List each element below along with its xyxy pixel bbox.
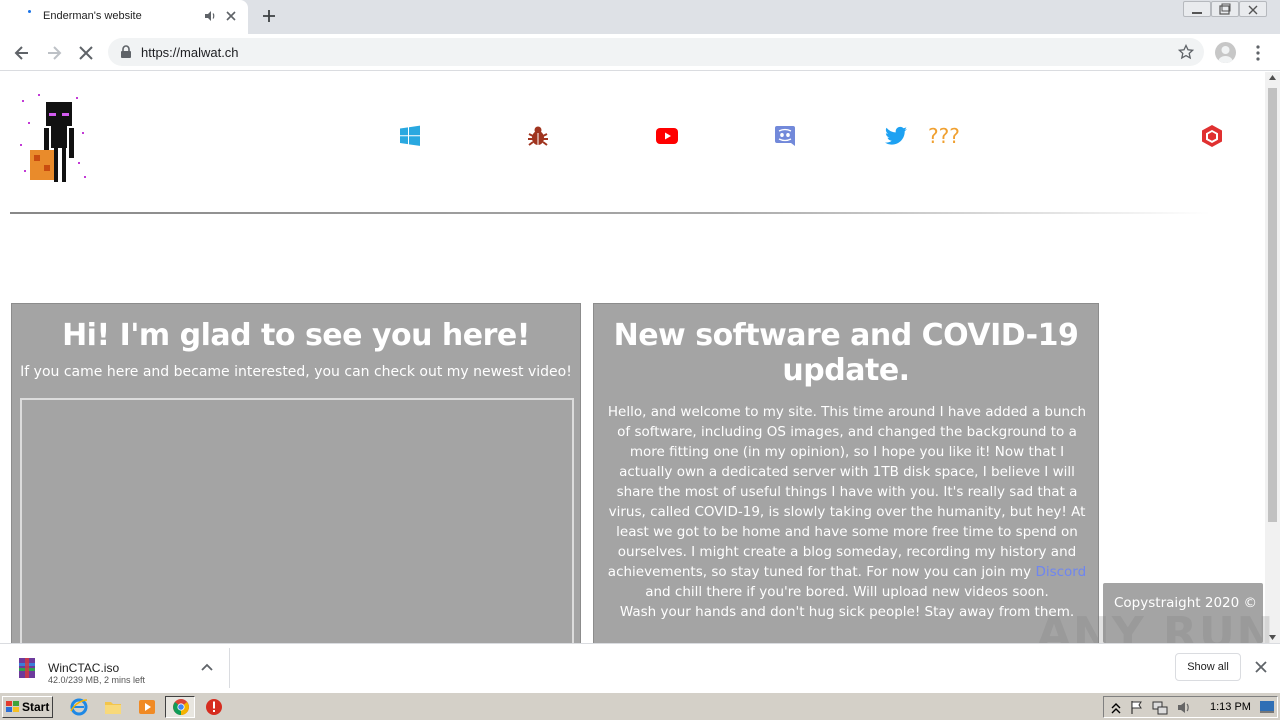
chrome-icon [173, 699, 189, 715]
windows-taskbar: Start 1:13 PM [0, 692, 1280, 720]
news-body-text-after: and chill there if you're bored. Will up… [645, 584, 1049, 600]
discord-icon[interactable] [773, 124, 797, 148]
internet-explorer-icon[interactable] [70, 698, 88, 716]
enderman-logo[interactable] [16, 92, 90, 184]
download-shelf: WinCTAC.iso 42.0/239 MB, 2 mins left Sho… [0, 643, 1280, 691]
profile-avatar-icon[interactable] [1215, 42, 1236, 63]
volume-icon[interactable] [1176, 700, 1192, 715]
url-text[interactable]: https://malwat.ch [141, 45, 239, 60]
folder-icon[interactable] [104, 698, 122, 716]
browser-toolbar: https://malwat.ch [0, 34, 1280, 71]
network-icon[interactable] [1152, 700, 1168, 715]
close-shelf-icon[interactable] [1255, 661, 1267, 673]
windows-flag-icon [6, 701, 19, 712]
stop-loading-icon[interactable] [76, 43, 96, 63]
address-bar[interactable]: https://malwat.ch [108, 38, 1204, 66]
tab-loading-icon [28, 10, 31, 13]
bug-icon[interactable] [526, 124, 550, 148]
start-button[interactable]: Start [2, 696, 53, 718]
page-content: ??? Hi! I'm glad to see you here! If you… [0, 72, 1265, 643]
twitter-icon[interactable] [884, 124, 908, 148]
download-file-name: WinCTAC.iso [48, 661, 120, 675]
news-card: New software and COVID-19 update. Hello,… [593, 303, 1099, 643]
welcome-heading: Hi! I'm glad to see you here! [62, 318, 530, 353]
scroll-thumb[interactable] [1268, 88, 1277, 522]
chevron-up-icon[interactable] [201, 663, 213, 671]
tab-strip: Enderman's website [0, 0, 1280, 34]
minimize-button[interactable] [1183, 1, 1211, 17]
speaker-icon[interactable] [203, 9, 217, 23]
forward-icon[interactable] [44, 43, 64, 63]
news-heading: New software and COVID-19 update. [613, 318, 1079, 388]
embedded-video[interactable] [20, 398, 574, 643]
browser-tab[interactable]: Enderman's website [0, 0, 248, 34]
back-icon[interactable] [12, 43, 32, 63]
lock-icon[interactable] [120, 45, 132, 59]
youtube-icon[interactable] [655, 124, 679, 148]
download-item[interactable]: WinCTAC.iso 42.0/239 MB, 2 mins left [6, 648, 230, 688]
new-tab-icon[interactable] [261, 8, 277, 24]
start-label: Start [22, 700, 50, 714]
welcome-subtext: If you came here and became interested, … [20, 364, 572, 380]
download-status: 42.0/239 MB, 2 mins left [48, 675, 146, 685]
bookmark-star-icon[interactable] [1178, 44, 1194, 60]
maximize-button[interactable] [1211, 1, 1239, 17]
stop-sign-icon[interactable] [205, 698, 223, 716]
taskbar-clock[interactable]: 1:13 PM [1210, 701, 1251, 713]
windows-icon[interactable] [398, 124, 422, 148]
flag-icon[interactable] [1130, 700, 1144, 715]
chrome-taskbar-button[interactable] [165, 696, 195, 718]
welcome-card: Hi! I'm glad to see you here! If you cam… [11, 303, 581, 643]
mystery-link[interactable]: ??? [928, 124, 960, 148]
header-divider [10, 212, 1210, 214]
show-all-button[interactable]: Show all [1175, 653, 1241, 681]
archive-file-icon [19, 658, 35, 678]
page-scrollbar[interactable] [1265, 72, 1280, 643]
menu-kebab-icon[interactable] [1253, 44, 1263, 62]
news-body: Hello, and welcome to my site. This time… [604, 402, 1090, 622]
system-tray: 1:13 PM [1103, 696, 1278, 718]
close-window-button[interactable] [1239, 1, 1267, 17]
tab-title: Enderman's website [43, 10, 142, 22]
news-body-text: Hello, and welcome to my site. This time… [607, 404, 1087, 580]
scroll-up-arrow-icon[interactable] [1269, 75, 1276, 80]
show-desktop-icon[interactable] [1260, 701, 1274, 713]
news-closing-line: Wash your hands and don't hug sick peopl… [619, 604, 1075, 620]
tray-expand-icon[interactable] [1111, 702, 1121, 714]
cube-icon[interactable] [1200, 124, 1224, 148]
media-player-icon[interactable] [138, 698, 156, 716]
close-tab-icon[interactable] [224, 9, 238, 23]
discord-link[interactable]: Discord [1035, 564, 1086, 580]
